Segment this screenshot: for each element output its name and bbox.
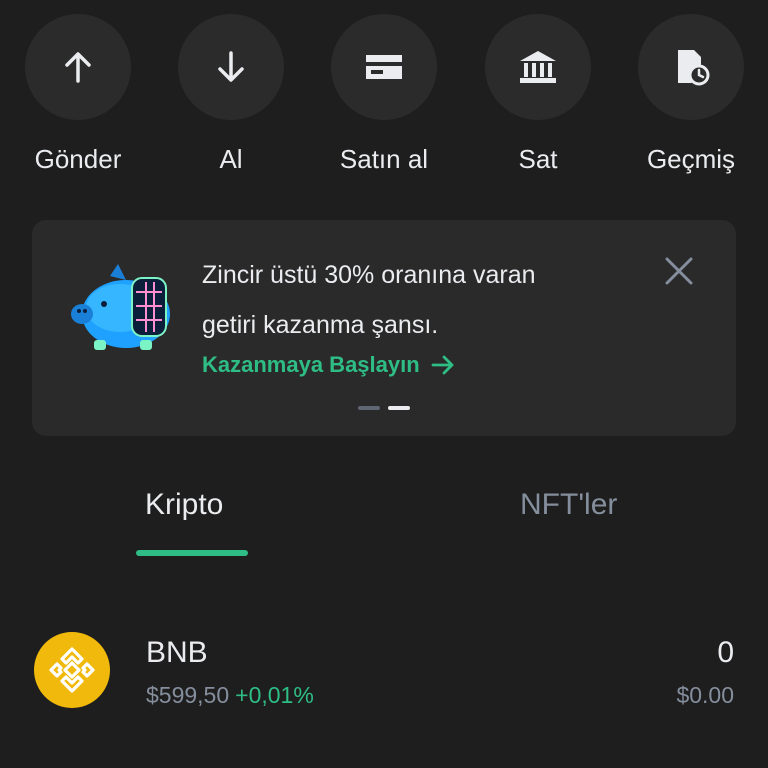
- pager-dot-2[interactable]: [388, 406, 410, 410]
- card-icon: [366, 55, 402, 79]
- bnb-logo: [34, 632, 110, 708]
- tab-crypto[interactable]: Kripto: [145, 488, 223, 522]
- asset-price-change: +0,01%: [235, 682, 314, 708]
- quick-actions-bar: Gönder Al Satın al Sat Geçmiş: [0, 0, 768, 200]
- buy-circle[interactable]: [331, 14, 437, 120]
- history-button[interactable]: Geçmiş: [621, 14, 761, 175]
- promo-line-2: getiri kazanma şansı.: [202, 311, 439, 339]
- tab-nfts[interactable]: NFT'ler: [520, 488, 617, 522]
- receive-label: Al: [219, 144, 243, 174]
- bank-icon: [520, 51, 556, 83]
- pager-dot-1[interactable]: [358, 406, 380, 410]
- asset-row-bnb[interactable]: BNB $599,50 +0,01% 0 $0.00: [0, 620, 768, 720]
- arrow-down-icon: [218, 51, 244, 82]
- history-circle[interactable]: [638, 14, 744, 120]
- arrow-up-icon: [65, 52, 91, 83]
- asset-value: $0.00: [676, 682, 734, 708]
- send-label: Gönder: [34, 144, 122, 174]
- promo-line-1: Zincir üstü 30% oranına varan: [202, 261, 536, 289]
- bnb-coin-icon: [49, 647, 95, 693]
- asset-tabs: Kripto NFT'ler: [0, 480, 768, 560]
- piggy-bank-illustration: [71, 264, 170, 350]
- asset-amount: 0: [717, 636, 734, 669]
- close-icon[interactable]: [662, 254, 696, 288]
- promo-banner[interactable]: Zincir üstü 30% oranına varan getiri kaz…: [32, 220, 736, 436]
- promo-cta-link[interactable]: Kazanmaya Başlayın: [202, 352, 456, 378]
- arrow-right-icon: [431, 355, 454, 375]
- sell-circle[interactable]: [485, 14, 591, 120]
- sell-label: Sat: [518, 144, 558, 174]
- sell-button[interactable]: Sat: [468, 14, 608, 175]
- asset-price: $599,50 +0,01%: [146, 682, 314, 709]
- active-tab-indicator: [136, 550, 248, 556]
- asset-price-value: $599,50: [146, 682, 230, 708]
- buy-button[interactable]: Satın al: [314, 14, 454, 175]
- asset-name: BNB: [146, 636, 208, 669]
- history-label: Geçmiş: [646, 144, 736, 174]
- receive-circle[interactable]: [178, 14, 284, 120]
- send-button[interactable]: Gönder: [8, 14, 148, 175]
- send-circle[interactable]: [25, 14, 131, 120]
- promo-text: Zincir üstü 30% oranına varan getiri kaz…: [202, 250, 642, 350]
- buy-label: Satın al: [339, 144, 429, 174]
- promo-cta-label: Kazanmaya Başlayın: [202, 352, 420, 377]
- history-icon: [678, 50, 710, 86]
- carousel-pager: [358, 406, 410, 410]
- receive-button[interactable]: Al: [161, 14, 301, 175]
